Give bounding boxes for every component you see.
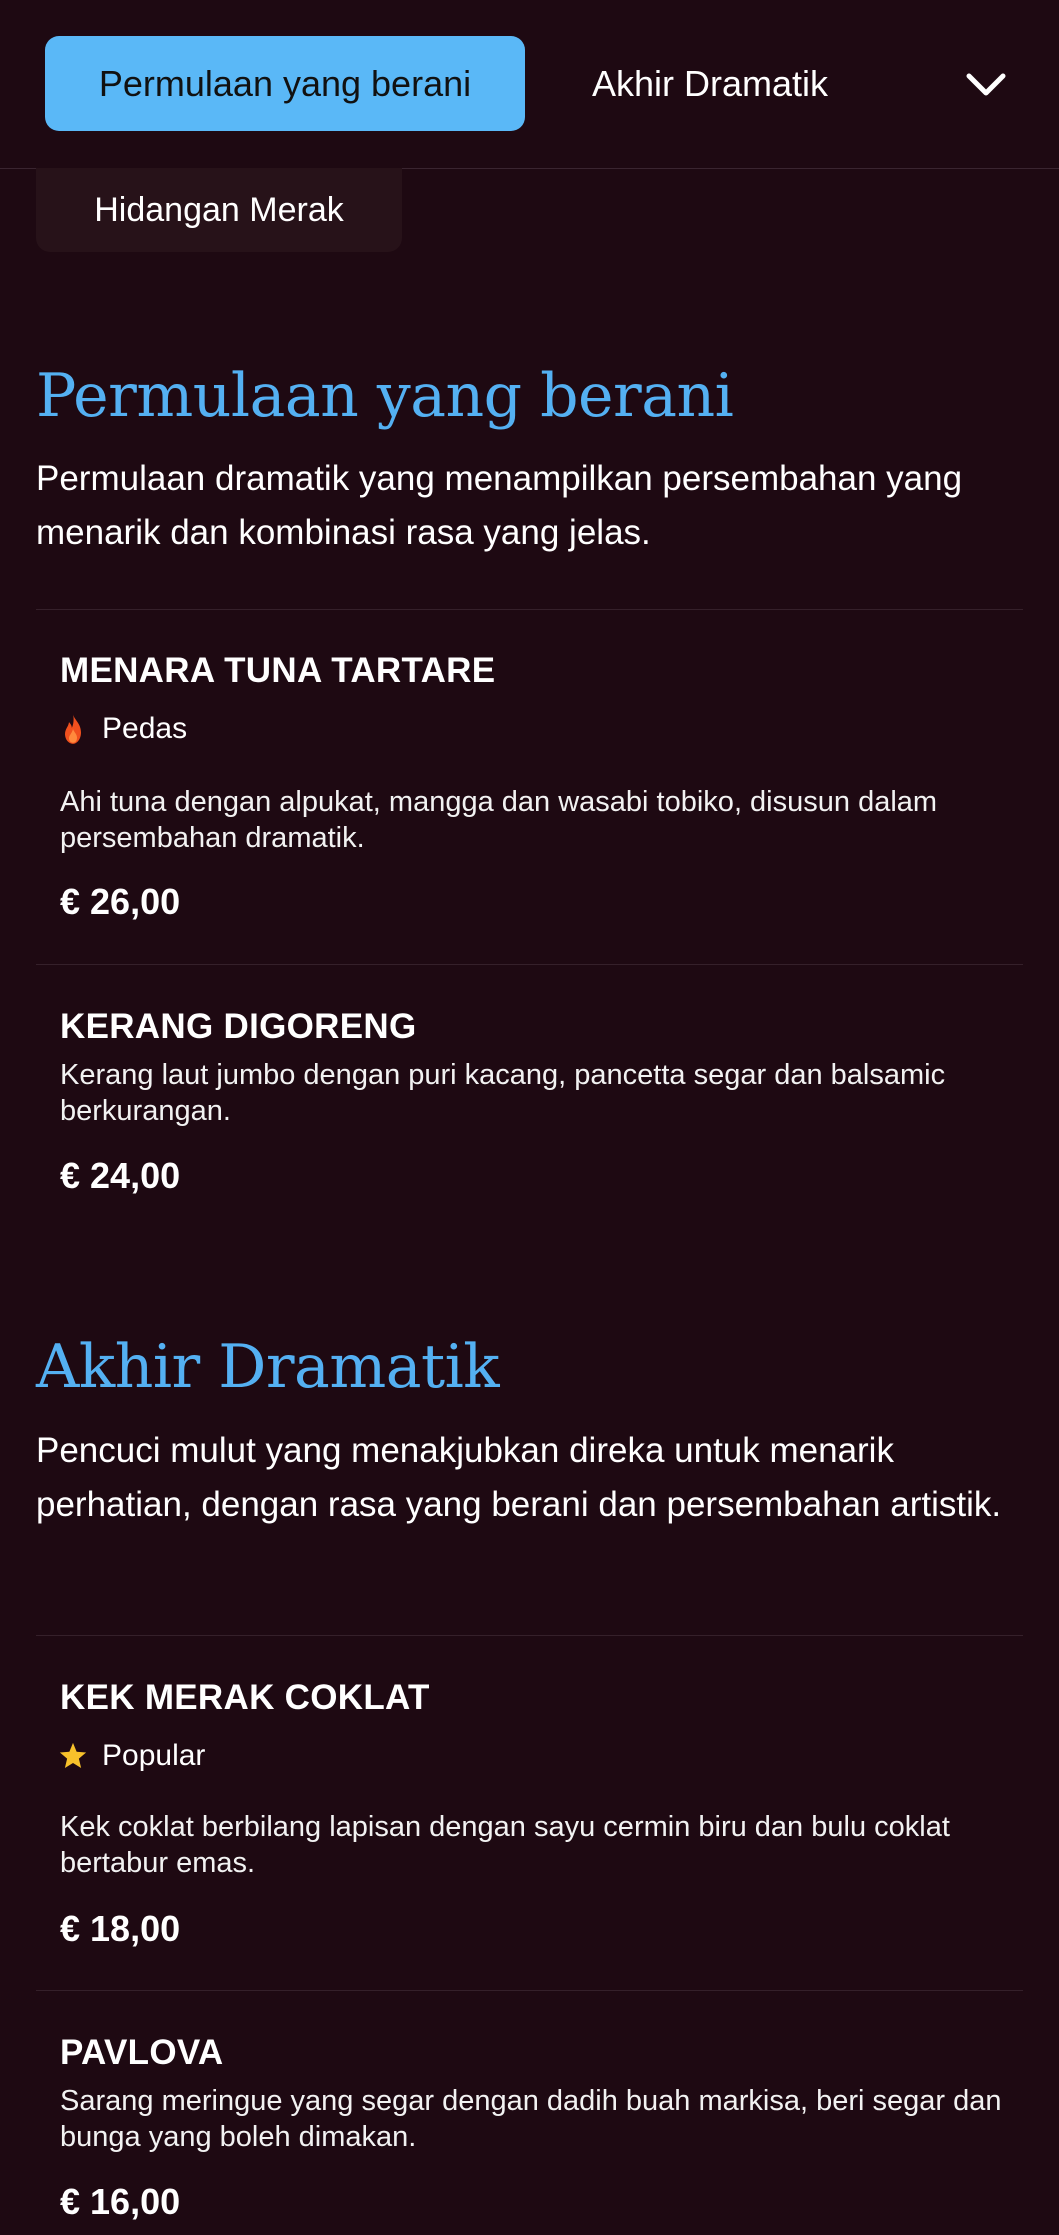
menu-item-description: Kek coklat berbilang lapisan dengan sayu… xyxy=(60,1811,950,1879)
section-description: Permulaan dramatik yang menampilkan pers… xyxy=(36,459,963,552)
menu-item-price: € 18,00 xyxy=(60,1908,181,1949)
divider xyxy=(36,609,1023,610)
divider xyxy=(36,1990,1023,1991)
section-description: Pencuci mulut yang menakjubkan direka un… xyxy=(36,1431,1002,1524)
tab-hidangan-merak[interactable]: Hidangan Merak xyxy=(36,168,402,252)
section-title: Akhir Dramatik xyxy=(36,1332,500,1402)
category-nav: Permulaan yang berani Akhir Dramatik xyxy=(0,0,1059,169)
menu-item-tag-label: Pedas xyxy=(102,712,188,745)
menu-item-tag: Pedas xyxy=(58,712,187,746)
menu-item-name: MENARA TUNA TARTARE xyxy=(60,651,496,690)
menu-item-price: € 16,00 xyxy=(60,2181,181,2222)
menu-item-name: PAVLOVA xyxy=(60,2033,224,2072)
menu-item-description: Kerang laut jumbo dengan puri kacang, pa… xyxy=(60,1059,946,1127)
divider xyxy=(36,1635,1023,1636)
fire-icon xyxy=(65,714,81,744)
tab-akhir-dramatik[interactable]: Akhir Dramatik xyxy=(592,36,828,131)
section-title: Permulaan yang berani xyxy=(36,361,734,431)
menu-item-tag-label: Popular xyxy=(102,1739,206,1772)
menu-item-name: KERANG DIGORENG xyxy=(60,1007,417,1046)
menu-item-description: Ahi tuna dengan alpukat, mangga dan wasa… xyxy=(60,786,938,854)
chevron-down-icon[interactable] xyxy=(963,62,1009,108)
menu-item-price: € 26,00 xyxy=(60,881,181,922)
menu-item-description: Sarang meringue yang segar dengan dadih … xyxy=(60,2085,1002,2153)
menu-item-tag: Popular xyxy=(58,1739,205,1773)
tab-permulaan-yang-berani[interactable]: Permulaan yang berani xyxy=(45,36,525,131)
menu-item-name: KEK MERAK COKLAT xyxy=(60,1678,430,1717)
star-icon xyxy=(59,1742,87,1768)
menu-item-price: € 24,00 xyxy=(60,1155,181,1196)
divider xyxy=(36,964,1023,965)
